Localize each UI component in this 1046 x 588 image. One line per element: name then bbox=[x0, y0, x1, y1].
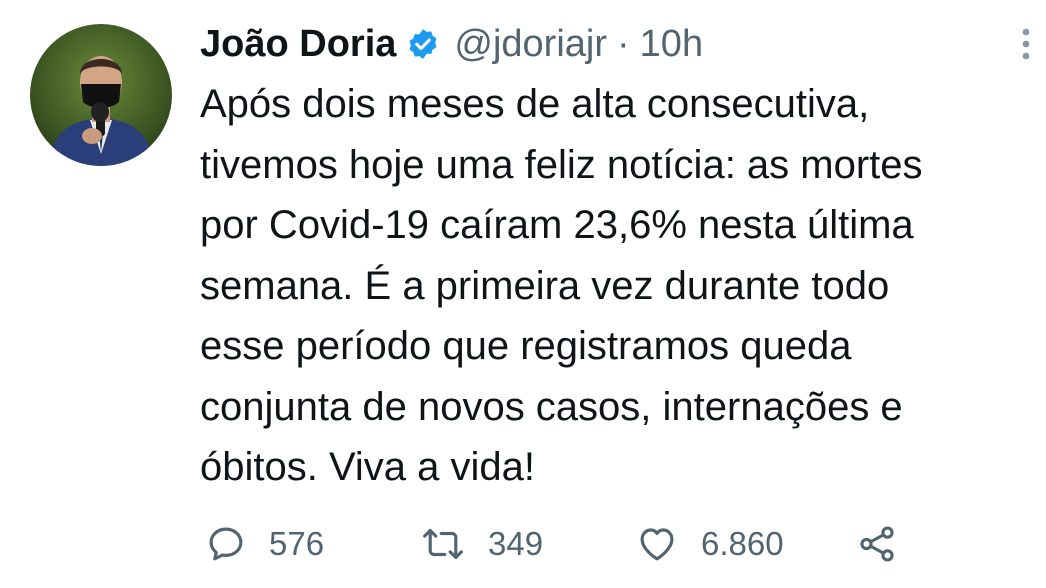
like-count: 6.860 bbox=[701, 525, 784, 562]
avatar[interactable] bbox=[30, 24, 172, 166]
retweet-count: 349 bbox=[488, 525, 544, 562]
tweet-header: João Doria @jdoriajr · 10h bbox=[200, 18, 703, 70]
reply-count: 576 bbox=[269, 525, 325, 562]
tweet-card[interactable]: João Doria @jdoriajr · 10h Após dois mes… bbox=[0, 0, 1046, 588]
share-icon bbox=[855, 523, 899, 565]
tweet-actions: 576 349 6.860 bbox=[205, 518, 925, 570]
avatar-photo bbox=[30, 24, 172, 166]
separator-dot: · bbox=[617, 22, 630, 65]
share-button[interactable] bbox=[855, 518, 899, 570]
heart-icon bbox=[635, 523, 679, 565]
reply-icon bbox=[205, 523, 247, 565]
like-button[interactable]: 6.860 bbox=[635, 518, 784, 570]
reply-button[interactable]: 576 bbox=[205, 518, 324, 570]
more-options-icon[interactable] bbox=[1014, 24, 1038, 64]
verified-badge-icon bbox=[406, 27, 440, 61]
retweet-icon bbox=[420, 523, 466, 565]
retweet-button[interactable]: 349 bbox=[420, 518, 543, 570]
tweet-text: Após dois meses de alta consecutiva, tiv… bbox=[200, 82, 923, 489]
timestamp[interactable]: 10h bbox=[640, 23, 703, 66]
user-handle[interactable]: @jdoriajr bbox=[454, 23, 607, 66]
display-name[interactable]: João Doria bbox=[200, 23, 396, 66]
